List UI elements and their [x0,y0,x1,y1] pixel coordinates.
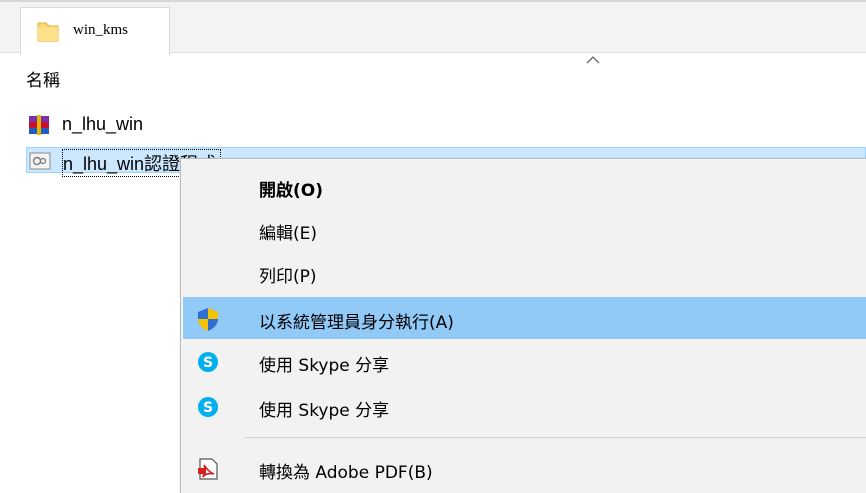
menu-item-edit[interactable]: 編輯(E) [183,208,866,250]
tab-strip: win_kms [0,0,866,55]
menu-item-label: 使用 Skype 分享 [259,356,390,376]
chevron-up-icon [586,56,600,64]
skype-icon: S [198,352,218,372]
uac-shield-icon [198,308,218,331]
svg-text:S: S [203,355,213,371]
menu-item-skype-share-2[interactable]: S 使用 Skype 分享 [183,385,866,427]
column-header-name[interactable]: 名稱 [26,66,60,91]
tab-label: win_kms [73,22,129,38]
context-menu: 開啟(O) 編輯(E) 列印(P) 以系統管理員身分執行(A) S 使用 Sky… [180,158,866,493]
menu-item-label: 開啟(O) [259,181,323,201]
menu-item-run-as-admin[interactable]: 以系統管理員身分執行(A) [183,297,866,339]
menu-item-label: 轉換為 Adobe PDF(B) [259,463,433,483]
menu-item-skype-share[interactable]: S 使用 Skype 分享 [183,340,866,382]
tab-win-kms[interactable]: win_kms [20,7,170,55]
file-row[interactable]: n_lhu_win [26,112,326,138]
menu-item-label: 編輯(E) [259,224,318,244]
folder-icon [37,22,59,42]
menu-item-convert-pdf[interactable]: 轉換為 Adobe PDF(B) [183,447,866,489]
menu-item-label: 使用 Skype 分享 [259,401,390,421]
skype-icon: S [198,397,218,417]
adobe-pdf-icon [198,458,218,480]
menu-item-open[interactable]: 開啟(O) [183,165,866,207]
menu-item-print[interactable]: 列印(P) [183,251,866,293]
svg-text:S: S [203,400,213,416]
menu-item-label: 以系統管理員身分執行(A) [259,313,454,333]
script-file-icon [29,152,51,170]
menu-separator [245,437,866,438]
menu-item-label: 列印(P) [259,267,317,287]
file-name: n_lhu_win [62,114,144,134]
winrar-archive-icon [29,115,49,135]
